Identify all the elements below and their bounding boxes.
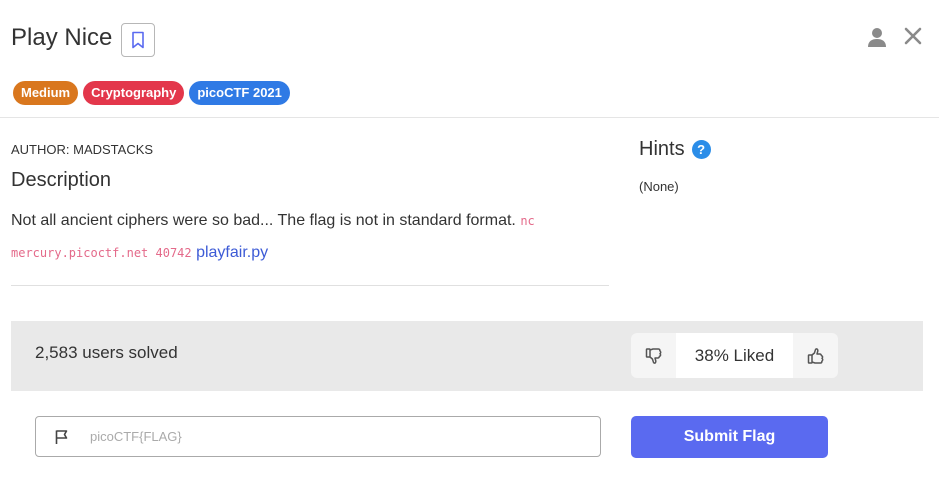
- hints-heading: Hints ?: [639, 138, 711, 161]
- flag-field[interactable]: [35, 416, 601, 457]
- close-icon[interactable]: [902, 25, 924, 47]
- bookmark-button[interactable]: [121, 23, 155, 57]
- bookmark-icon: [132, 31, 144, 49]
- submit-flag-button[interactable]: Submit Flag: [631, 416, 828, 458]
- flag-icon: [55, 429, 68, 444]
- file-link[interactable]: playfair.py: [196, 244, 268, 261]
- tag-event[interactable]: picoCTF 2021: [189, 81, 290, 105]
- dislike-button[interactable]: [631, 333, 676, 378]
- hints-title: Hints: [639, 138, 685, 160]
- solved-count: 2,583 users solved: [35, 343, 178, 362]
- hints-content: (None): [639, 179, 679, 194]
- liked-percent: 38% Liked: [676, 333, 793, 378]
- description-divider: [11, 285, 609, 286]
- tag-list: Medium Cryptography picoCTF 2021: [13, 81, 290, 105]
- description-heading: Description: [11, 169, 112, 191]
- challenge-title: Play Nice: [11, 24, 113, 51]
- description-text: Not all ancient ciphers were so bad... T…: [11, 205, 601, 269]
- flag-input[interactable]: [90, 429, 570, 444]
- stats-bar: 2,583 users solved 38% Liked: [11, 321, 923, 391]
- thumbs-up-icon: [807, 347, 823, 364]
- author-label: AUTHOR: MADSTACKS: [11, 142, 154, 157]
- thumbs-down-icon: [645, 347, 661, 364]
- tag-difficulty[interactable]: Medium: [13, 81, 79, 105]
- tag-category[interactable]: Cryptography: [83, 81, 185, 105]
- vote-group: 38% Liked: [631, 333, 838, 378]
- user-icon[interactable]: [866, 26, 888, 48]
- like-button[interactable]: [793, 333, 838, 378]
- challenge-header: Play Nice Medium Cryptography picoCTF 20…: [0, 0, 939, 118]
- description-body: Not all ancient ciphers were so bad... T…: [11, 212, 516, 229]
- help-icon[interactable]: ?: [691, 140, 711, 159]
